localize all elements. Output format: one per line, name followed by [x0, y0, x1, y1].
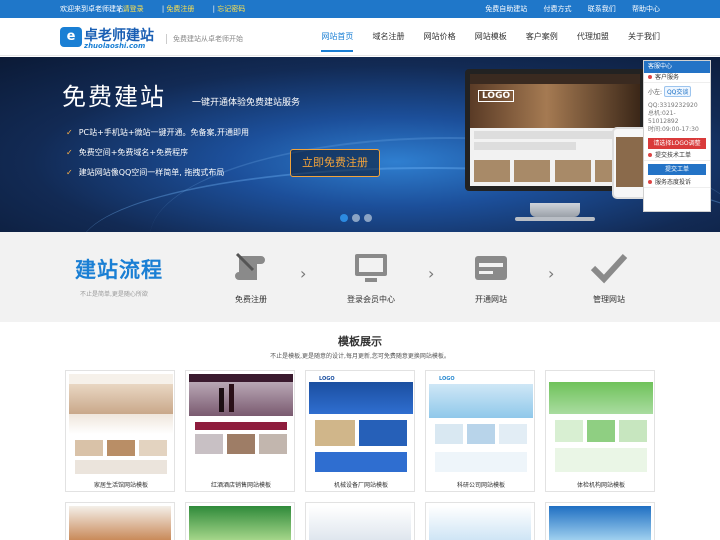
agent-name: 小左: [648, 89, 663, 96]
qq-chat-button[interactable]: QQ交谈 [663, 86, 692, 97]
check-icon: ✓ [66, 128, 73, 137]
top-link-help[interactable]: 帮助中心 [632, 5, 660, 13]
template-card-machinery[interactable]: LOGO 机械设备厂网站模板 [305, 370, 415, 492]
header-slogan: 免费建站从卓老师开始 [166, 34, 243, 44]
step-manage: 管理网站 [564, 250, 654, 305]
account-links: | 请登录 | 免费注册 | 忘记密码 [118, 5, 246, 13]
service-hours: 时间:09:00-17:30 [648, 126, 699, 133]
nav-agents[interactable]: 代理加盟 [577, 18, 609, 56]
service-section-ticket: 提交技术工单 [655, 152, 692, 159]
site-header: e 卓老师建站 zhuolaoshi.com 免费建站从卓老师开始 网站首页 域… [0, 18, 720, 56]
bullet-icon [648, 180, 652, 184]
register-link[interactable]: 免费注册 [166, 5, 194, 13]
template-name: 红酒酒店销售网站模板 [210, 482, 271, 489]
template-thumbnail: LOGO [429, 374, 533, 478]
service-panel-title: 客服中心 [644, 61, 710, 73]
build-process-section: 建站流程 不止是简单,更是随心所欲 免费注册 › 登录会员中心 › 开通网站 ›… [0, 232, 720, 322]
template-thumbnail [189, 374, 293, 478]
nav-domain[interactable]: 域名注册 [373, 18, 405, 56]
checkmark-icon [589, 250, 629, 286]
template-name: 体检机构网站模板 [576, 482, 625, 489]
top-bar: 欢迎来到卓老师建站, | 请登录 | 免费注册 | 忘记密码 免费自助建站 付费… [0, 0, 720, 18]
nav-about[interactable]: 关于我们 [628, 18, 660, 56]
template-card[interactable] [185, 502, 295, 540]
login-link[interactable]: 请登录 [123, 5, 144, 13]
chevron-right-icon: › [428, 264, 435, 283]
process-desc: 不止是简单,更是随心所欲 [80, 291, 148, 298]
monitor-icon [351, 250, 391, 286]
monitor-base [515, 217, 595, 221]
template-thumbnail [549, 374, 653, 478]
welcome-text: 欢迎来到卓老师建站, [60, 5, 126, 13]
banner-feature: ✓ PC站+手机站+微站一键开通。免备案,开通即用 [66, 128, 250, 137]
banner-feature: ✓ 免费空间+免费域名+免费程序 [66, 148, 189, 157]
quill-scroll-icon [231, 250, 271, 286]
bullet-icon [648, 75, 652, 79]
card-icon [471, 250, 511, 286]
step-label: 登录会员中心 [347, 295, 395, 304]
logo-mark-icon: e [60, 27, 82, 47]
step-login: 登录会员中心 [326, 250, 416, 305]
template-name: 科研公司网站模板 [456, 482, 505, 489]
carousel-dot[interactable] [340, 214, 348, 222]
nav-cases[interactable]: 客户案例 [526, 18, 558, 56]
template-card-home[interactable]: 家居生活馆网站模板 [65, 370, 175, 492]
check-icon: ✓ [66, 148, 73, 157]
nav-home[interactable]: 网站首页 [321, 18, 354, 56]
qq-number: QQ:3319232920 [648, 102, 698, 109]
template-name: 家居生活馆网站模板 [93, 482, 148, 489]
site-logo[interactable]: e 卓老师建站 zhuolaoshi.com [60, 25, 160, 51]
template-card[interactable] [545, 502, 655, 540]
monitor-stand [530, 203, 580, 217]
templates-desc: 不止是模板,更是随意的设计,每月更新,您可免费随意更换网站模板。 [270, 353, 450, 360]
phone-number: 总机:021-51012892 [648, 110, 679, 125]
step-register: 免费注册 [206, 250, 296, 305]
hero-banner: 免费建站 一键开通体验免费建站服务 ✓ PC站+手机站+微站一键开通。免备案,开通… [0, 57, 720, 232]
nav-pricing[interactable]: 网站价格 [424, 18, 456, 56]
carousel-dot[interactable] [364, 214, 372, 222]
template-card[interactable] [305, 502, 415, 540]
template-name: 机械设备厂网站模板 [333, 482, 388, 489]
carousel-dot[interactable] [352, 214, 360, 222]
template-thumbnail: LOGO [309, 374, 413, 478]
top-link-payment[interactable]: 付费方式 [544, 5, 572, 13]
step-label: 管理网站 [593, 295, 625, 304]
nav-templates[interactable]: 网站模板 [475, 18, 507, 56]
banner-title: 免费建站 [62, 83, 166, 111]
submit-ticket-button[interactable]: 提交工单 [648, 164, 706, 175]
logo-domain: zhuolaoshi.com [84, 42, 146, 50]
template-card[interactable] [65, 502, 175, 540]
complaint-link[interactable]: 服务态度投诉 [655, 179, 691, 186]
check-icon: ✓ [66, 168, 73, 177]
template-card-wine[interactable]: 红酒酒店销售网站模板 [185, 370, 295, 492]
top-right-links: 免费自助建站 付费方式 联系我们 帮助中心 [471, 4, 660, 14]
service-section-customer: 客户服务 [655, 74, 680, 81]
free-register-button[interactable]: 立即免费注册 [290, 149, 380, 177]
bullet-icon [648, 153, 652, 157]
template-card-health[interactable]: 体检机构网站模板 [545, 370, 655, 492]
carousel-dots [340, 207, 376, 226]
mockup-logo: LOGO [478, 90, 515, 102]
step-open-site: 开通网站 [446, 250, 536, 305]
chevron-right-icon: › [548, 264, 555, 283]
logo-adjust-button[interactable]: 请选择LOGO调整 [648, 138, 706, 149]
step-label: 开通网站 [475, 295, 507, 304]
step-label: 免费注册 [235, 295, 267, 304]
process-title: 建站流程 [75, 258, 163, 282]
top-link-contact[interactable]: 联系我们 [588, 5, 616, 13]
main-nav: 网站首页 域名注册 网站价格 网站模板 客户案例 代理加盟 关于我们 [307, 18, 660, 56]
template-card-research[interactable]: LOGO 科研公司网站模板 [425, 370, 535, 492]
chevron-right-icon: › [300, 264, 307, 283]
template-thumbnail [69, 374, 173, 478]
forgot-password-link[interactable]: 忘记密码 [217, 5, 245, 13]
templates-title: 模板展示 [338, 335, 382, 348]
template-card[interactable] [425, 502, 535, 540]
top-link-diy[interactable]: 免费自助建站 [485, 5, 527, 13]
banner-feature: ✓ 建站网站像QQ空间一样简单, 拖拽式布局 [66, 168, 225, 177]
customer-service-panel: 客服中心 客户服务 小左: QQ交谈 QQ:3319232920 总机:021-… [643, 60, 711, 212]
banner-subtitle: 一键开通体验免费建站服务 [192, 98, 301, 108]
